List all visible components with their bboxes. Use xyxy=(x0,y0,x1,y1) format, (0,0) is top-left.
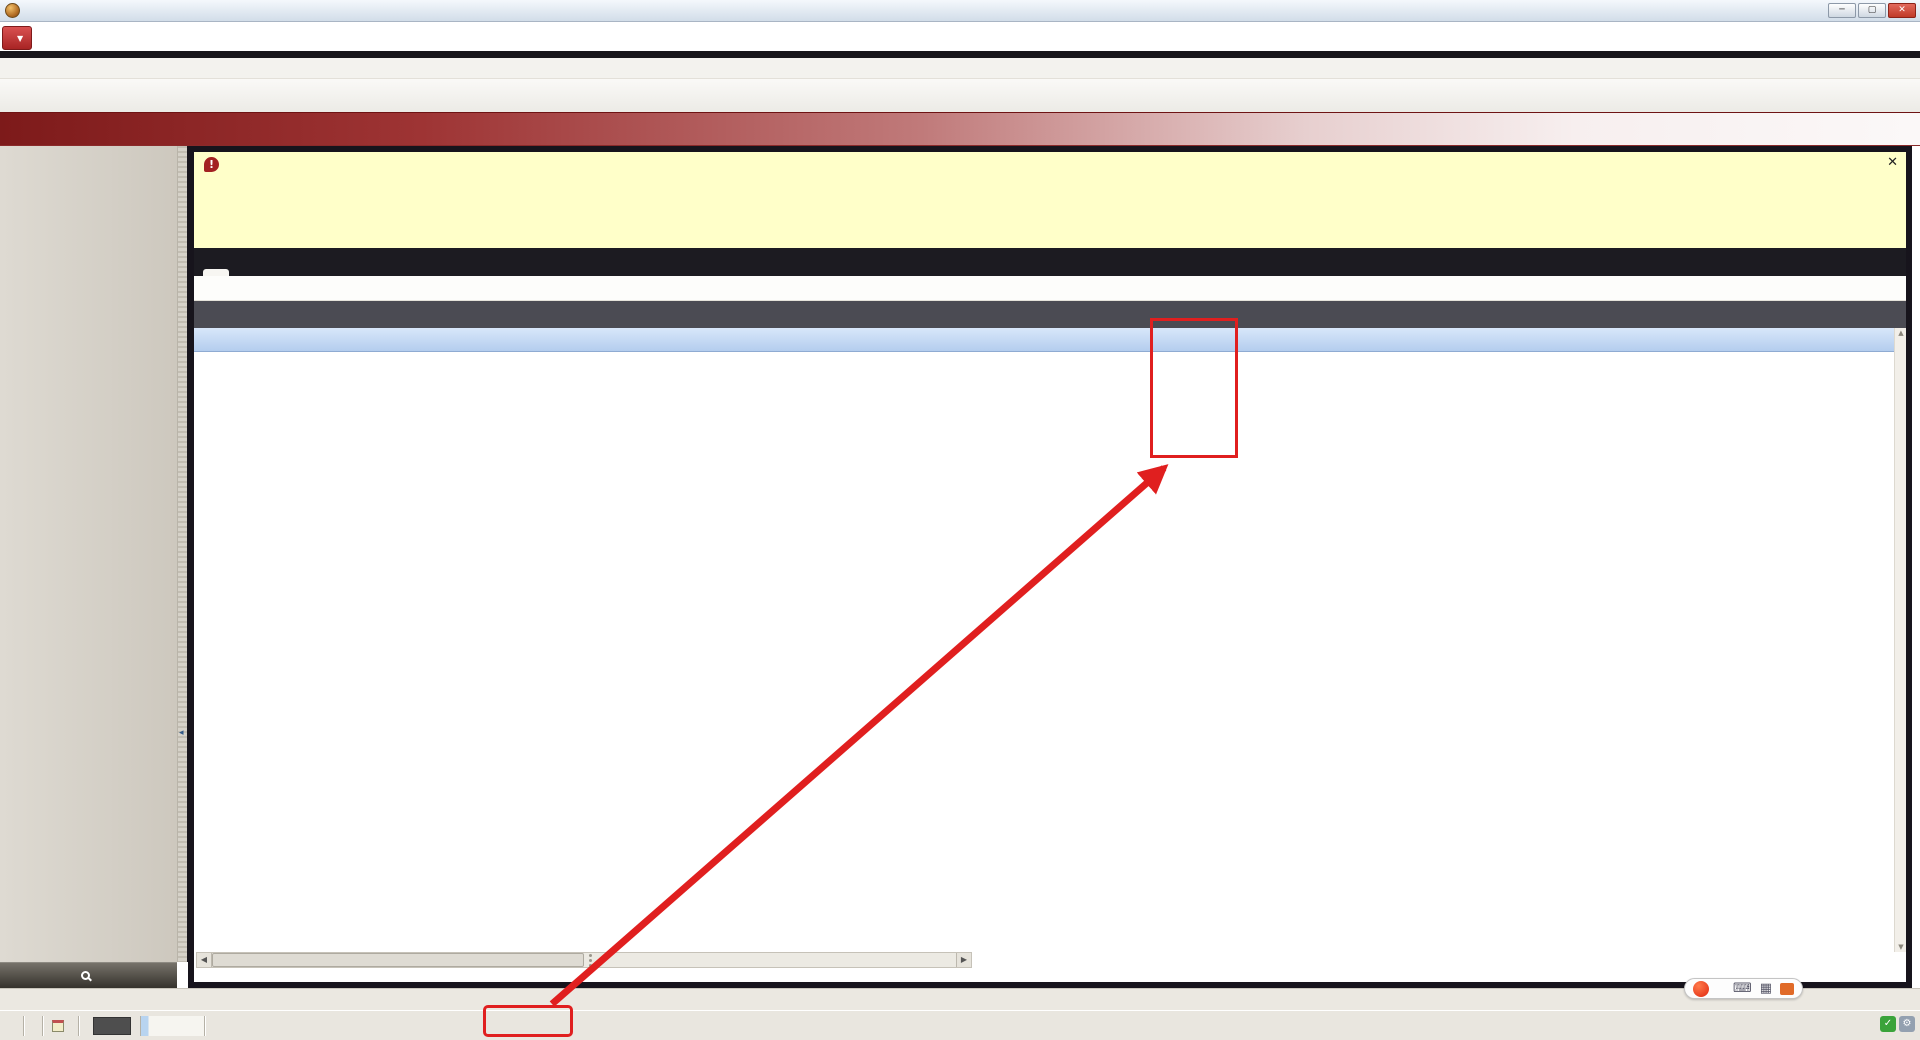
annotation-column-highlight-box xyxy=(1150,318,1238,458)
scrollbar-grip[interactable] xyxy=(584,953,596,967)
results-tab-strip xyxy=(194,248,1906,276)
keyboard-icon[interactable]: ⌨ xyxy=(1733,981,1752,996)
scroll-right-icon[interactable]: ▶ xyxy=(956,953,971,967)
grid-header-row xyxy=(194,328,1906,352)
query-button[interactable] xyxy=(0,962,177,988)
scrollbar-thumb[interactable] xyxy=(212,953,584,967)
status-progress xyxy=(141,1015,205,1036)
search-icon xyxy=(80,971,90,980)
close-button-icon[interactable]: ✕ xyxy=(1888,3,1916,18)
minimize-button-icon[interactable]: ─ xyxy=(1828,3,1856,18)
status-code xyxy=(79,1015,141,1036)
scroll-up-icon[interactable]: ▲ xyxy=(1896,329,1906,337)
vertical-scrollbar[interactable]: ▲ ▼ xyxy=(1894,328,1906,952)
title-bar: ─ ▢ ✕ xyxy=(0,0,1920,22)
status-bar-top xyxy=(0,988,1920,1010)
scrollbar-track[interactable] xyxy=(596,953,956,967)
grid-toolbar xyxy=(194,276,1906,301)
results-panel: ! ✕ ▲ ▼ ◀ ▶ xyxy=(188,146,1912,988)
status-period xyxy=(43,1015,79,1036)
collapse-left-icon[interactable]: ◂ xyxy=(179,728,184,738)
sidebar-splitter[interactable]: ◂ xyxy=(177,146,188,962)
report-sidebar xyxy=(0,146,177,962)
scroll-down-icon[interactable]: ▼ xyxy=(1896,943,1906,951)
calendar-icon xyxy=(52,1019,64,1032)
horizontal-scrollbar[interactable]: ◀ ▶ xyxy=(196,952,972,968)
main-toolbar xyxy=(0,79,1920,112)
scroll-left-icon[interactable]: ◀ xyxy=(197,953,212,967)
app-logo-icon xyxy=(5,3,20,18)
ime-logo-icon[interactable] xyxy=(1693,980,1709,997)
tray-green-icon[interactable]: ✓ xyxy=(1880,1016,1896,1032)
window-controls: ─ ▢ ✕ xyxy=(1828,3,1916,18)
page-band xyxy=(0,112,1920,146)
code-redacted-block xyxy=(93,1016,131,1035)
close-icon[interactable]: ✕ xyxy=(1887,155,1898,170)
tab-query-results[interactable] xyxy=(203,269,229,276)
chevron-down-icon: ▼ xyxy=(17,33,24,43)
toolbox-icon[interactable] xyxy=(1780,982,1795,995)
tab-strip: ▼ xyxy=(0,22,1920,58)
status-message xyxy=(205,1016,1920,1036)
tray-icons: ✓ ⚙ xyxy=(1880,1016,1915,1032)
annotation-code-highlight-box xyxy=(483,1005,573,1037)
status-bar-bottom xyxy=(0,1010,1920,1040)
brand-menu-button[interactable]: ▼ xyxy=(2,26,33,50)
maximize-button-icon[interactable]: ▢ xyxy=(1858,3,1886,18)
alert-icon: ! xyxy=(204,157,219,172)
status-start-time xyxy=(24,1015,43,1036)
ime-toolbar[interactable]: ⌨ ▦ xyxy=(1684,978,1804,999)
notice-box: ! ✕ xyxy=(194,152,1906,248)
grid-icon[interactable]: ▦ xyxy=(1760,981,1772,996)
group-by-bar[interactable] xyxy=(194,301,1906,328)
menu-bar xyxy=(0,58,1920,79)
tray-gear-icon[interactable]: ⚙ xyxy=(1899,1016,1915,1032)
status-machine xyxy=(0,1015,24,1036)
